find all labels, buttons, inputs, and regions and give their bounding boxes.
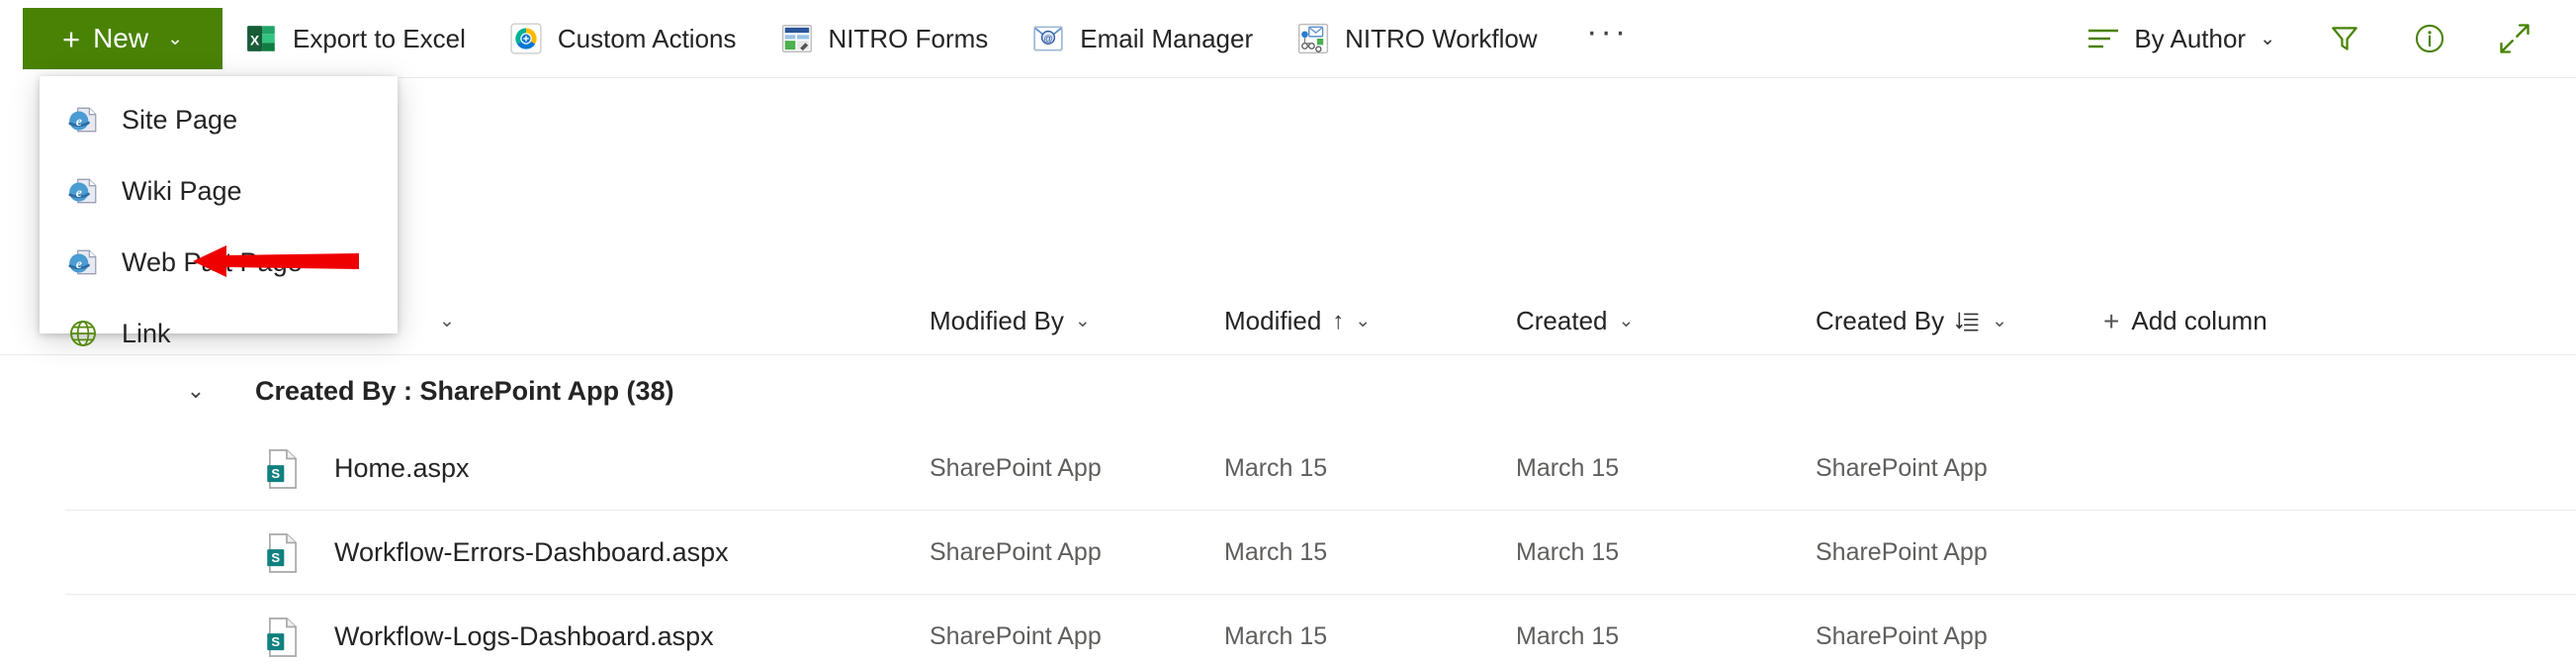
new-button-label: New <box>93 23 149 53</box>
menu-item-label: Link <box>122 318 171 348</box>
nitro-forms-button[interactable]: NITRO Forms <box>758 8 1011 69</box>
sharepoint-page-icon: S <box>262 616 304 658</box>
sharepoint-library-page: + New ⌄ X Export to Excel Custom Actions… <box>0 0 2576 663</box>
cell-modified: March 15 <box>1224 537 1328 566</box>
info-icon <box>2413 22 2446 55</box>
cell-created: March 15 <box>1516 537 1620 566</box>
add-column-label: Add column <box>2131 306 2267 335</box>
plus-icon: + <box>2103 305 2120 336</box>
svg-text:S: S <box>271 550 280 565</box>
svg-text:X: X <box>250 32 260 47</box>
export-to-excel-button[interactable]: X Export to Excel <box>222 8 488 69</box>
chevron-down-icon: ⌄ <box>1355 311 1372 332</box>
custom-actions-button[interactable]: Custom Actions <box>488 8 758 69</box>
ie-page-icon: e <box>66 103 100 137</box>
email-manager-label: Email Manager <box>1080 23 1254 53</box>
excel-icon: X <box>244 22 278 55</box>
chevron-down-icon: ⌄ <box>439 311 455 332</box>
command-bar-left-group: + New ⌄ X Export to Excel Custom Actions… <box>0 0 1639 77</box>
more-options-button[interactable]: ··· <box>1577 8 1639 69</box>
custom-actions-icon <box>509 22 543 55</box>
cell-created-by: SharePoint App <box>1816 537 1988 566</box>
sharepoint-page-icon: S <box>262 448 304 490</box>
file-name-link[interactable]: Workflow-Errors-Dashboard.aspx <box>334 511 729 594</box>
column-header-label: Modified By <box>930 306 1064 335</box>
expand-button[interactable] <box>2483 8 2546 69</box>
new-button[interactable]: + New ⌄ <box>23 8 222 69</box>
command-bar: + New ⌄ X Export to Excel Custom Actions… <box>0 0 2576 77</box>
nitro-forms-label: NITRO Forms <box>828 23 989 53</box>
filter-icon <box>2328 22 2361 55</box>
cell-modified-by: SharePoint App <box>930 537 1102 566</box>
svg-text:e: e <box>76 256 82 271</box>
column-header-label: Created By <box>1816 306 1945 335</box>
menu-item-site-page[interactable]: e Site Page <box>40 84 398 155</box>
email-manager-button[interactable]: @ Email Manager <box>1010 8 1275 69</box>
svg-text:S: S <box>271 466 280 481</box>
menu-item-web-part-page[interactable]: e Web Part Page <box>40 227 398 298</box>
globe-icon <box>66 317 100 350</box>
toolbar-divider <box>65 77 2576 78</box>
cell-modified-by: SharePoint App <box>930 621 1102 650</box>
svg-text:e: e <box>76 114 82 129</box>
menu-item-label: Site Page <box>122 104 238 135</box>
column-header-modified[interactable]: Modified ↑ ⌄ <box>1224 288 1371 354</box>
plus-icon: + <box>61 21 81 56</box>
list-view-icon <box>2087 27 2120 50</box>
cell-modified-by: SharePoint App <box>930 453 1102 482</box>
column-header-name[interactable]: ⌄ <box>439 288 455 354</box>
cell-created-by: SharePoint App <box>1816 453 1988 482</box>
info-button[interactable] <box>2398 8 2461 69</box>
table-row[interactable]: S Workflow-Logs-Dashboard.aspx SharePoin… <box>65 595 2576 663</box>
export-to-excel-label: Export to Excel <box>293 23 466 53</box>
chevron-down-icon: ⌄ <box>1074 311 1091 332</box>
cell-created: March 15 <box>1516 453 1620 482</box>
chevron-down-icon: ⌄ <box>2260 28 2275 49</box>
chevron-down-icon: ⌄ <box>167 28 184 49</box>
add-column-button[interactable]: + Add column <box>2103 288 2267 354</box>
column-header-label: Created <box>1516 306 1608 335</box>
command-bar-right-group: By Author ⌄ <box>2071 0 2576 77</box>
email-manager-icon: @ <box>1031 22 1065 55</box>
menu-item-label: Web Part Page <box>122 246 303 277</box>
ie-page-icon: e <box>66 245 100 279</box>
svg-text:e: e <box>76 185 82 200</box>
file-name-link[interactable]: Workflow-Logs-Dashboard.aspx <box>334 595 714 663</box>
svg-text:S: S <box>271 634 280 649</box>
cell-created-by: SharePoint App <box>1816 621 1988 650</box>
nitro-forms-icon <box>780 22 814 55</box>
cell-created: March 15 <box>1516 621 1620 650</box>
menu-item-link[interactable]: Link <box>40 298 398 369</box>
file-name-link[interactable]: Home.aspx <box>334 426 470 510</box>
view-selector[interactable]: By Author ⌄ <box>2071 8 2291 69</box>
column-header-created-by[interactable]: Created By ⌄ <box>1816 288 2007 354</box>
menu-item-label: Wiki Page <box>122 175 242 206</box>
cell-modified: March 15 <box>1224 621 1328 650</box>
column-header-label: Modified <box>1224 306 1322 335</box>
filter-button[interactable] <box>2313 8 2376 69</box>
nitro-workflow-label: NITRO Workflow <box>1345 23 1538 53</box>
menu-item-wiki-page[interactable]: e Wiki Page <box>40 155 398 227</box>
nitro-workflow-button[interactable]: NITRO Workflow <box>1275 8 1559 69</box>
expand-icon <box>2497 21 2532 56</box>
table-row[interactable]: S Home.aspx SharePoint App March 15 Marc… <box>65 426 2576 511</box>
table-row[interactable]: S Workflow-Errors-Dashboard.aspx SharePo… <box>65 511 2576 595</box>
sort-ascending-icon: ↑ <box>1332 307 1345 334</box>
custom-actions-label: Custom Actions <box>557 23 737 53</box>
column-header-created[interactable]: Created ⌄ <box>1516 288 1634 354</box>
group-by-icon <box>1955 309 1981 334</box>
new-menu-callout: e Site Page e Wiki Page e Web Part Page … <box>40 76 398 346</box>
sharepoint-page-icon: S <box>262 532 304 574</box>
chevron-down-icon: ⌄ <box>1992 311 2007 332</box>
cell-modified: March 15 <box>1224 453 1328 482</box>
chevron-down-icon: ⌄ <box>1618 311 1635 332</box>
ie-page-icon: e <box>66 174 100 208</box>
view-selector-label: By Author <box>2134 23 2247 53</box>
nitro-workflow-icon <box>1296 22 1330 55</box>
svg-text:@: @ <box>1043 34 1053 45</box>
column-header-modified-by[interactable]: Modified By ⌄ <box>930 288 1091 354</box>
